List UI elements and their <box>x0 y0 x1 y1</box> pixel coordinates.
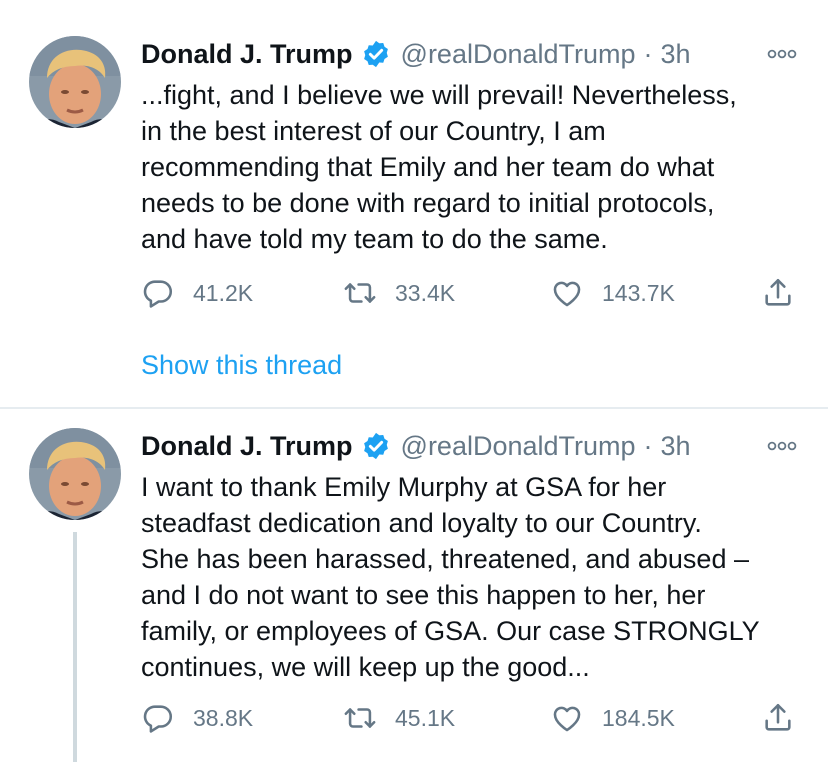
retweet-icon <box>343 276 377 310</box>
share-button[interactable] <box>761 698 795 738</box>
separator-dot: · <box>643 430 653 461</box>
tweet[interactable]: Donald J. Trump @realDonaldTrump · 3h ..… <box>0 0 828 408</box>
heart-icon <box>550 701 584 735</box>
retweet-button[interactable]: 33.4K <box>343 273 455 313</box>
tweet-actions: 41.2K 33.4K 143.7K <box>141 273 801 313</box>
avatar[interactable] <box>29 428 121 520</box>
thread-connector-line <box>73 532 77 762</box>
like-button[interactable]: 143.7K <box>550 273 675 313</box>
separator-dot: · <box>643 38 653 69</box>
avatar[interactable] <box>29 36 121 128</box>
tweet-header: Donald J. Trump @realDonaldTrump · 3h <box>141 428 800 464</box>
timestamp[interactable]: 3h <box>661 39 691 70</box>
verified-badge-icon <box>361 39 391 69</box>
reply-button[interactable]: 38.8K <box>141 698 253 738</box>
reply-count: 41.2K <box>193 279 254 306</box>
reply-count: 38.8K <box>193 704 254 731</box>
author-handle[interactable]: @realDonaldTrump <box>401 431 636 462</box>
divider <box>0 407 828 409</box>
tweet[interactable]: Donald J. Trump @realDonaldTrump · 3h I … <box>0 410 828 762</box>
tweet-actions: 38.8K 45.1K 184.5K <box>141 698 801 738</box>
retweet-count: 45.1K <box>395 704 456 731</box>
author-name[interactable]: Donald J. Trump <box>141 431 353 462</box>
tweet-text: I want to thank Emily Murphy at GSA for … <box>141 472 760 682</box>
share-button[interactable] <box>761 273 795 313</box>
verified-badge-icon <box>361 431 391 461</box>
share-icon <box>761 276 795 310</box>
reply-icon <box>141 701 175 735</box>
author-handle[interactable]: @realDonaldTrump <box>401 39 636 70</box>
heart-icon <box>550 276 584 310</box>
more-options-icon[interactable] <box>764 434 800 458</box>
retweet-count: 33.4K <box>395 279 456 306</box>
share-icon <box>761 701 795 735</box>
timestamp[interactable]: 3h <box>661 431 691 462</box>
reply-icon <box>141 276 175 310</box>
show-thread-link[interactable]: Show this thread <box>141 350 342 381</box>
reply-button[interactable]: 41.2K <box>141 273 253 313</box>
like-button[interactable]: 184.5K <box>550 698 675 738</box>
author-name[interactable]: Donald J. Trump <box>141 39 353 70</box>
more-options-icon[interactable] <box>764 42 800 66</box>
retweet-button[interactable]: 45.1K <box>343 698 455 738</box>
tweet-text: ...fight, and I believe we will prevail!… <box>141 80 737 254</box>
like-count: 184.5K <box>602 704 675 731</box>
retweet-icon <box>343 701 377 735</box>
like-count: 143.7K <box>602 279 675 306</box>
tweet-header: Donald J. Trump @realDonaldTrump · 3h <box>141 36 800 72</box>
